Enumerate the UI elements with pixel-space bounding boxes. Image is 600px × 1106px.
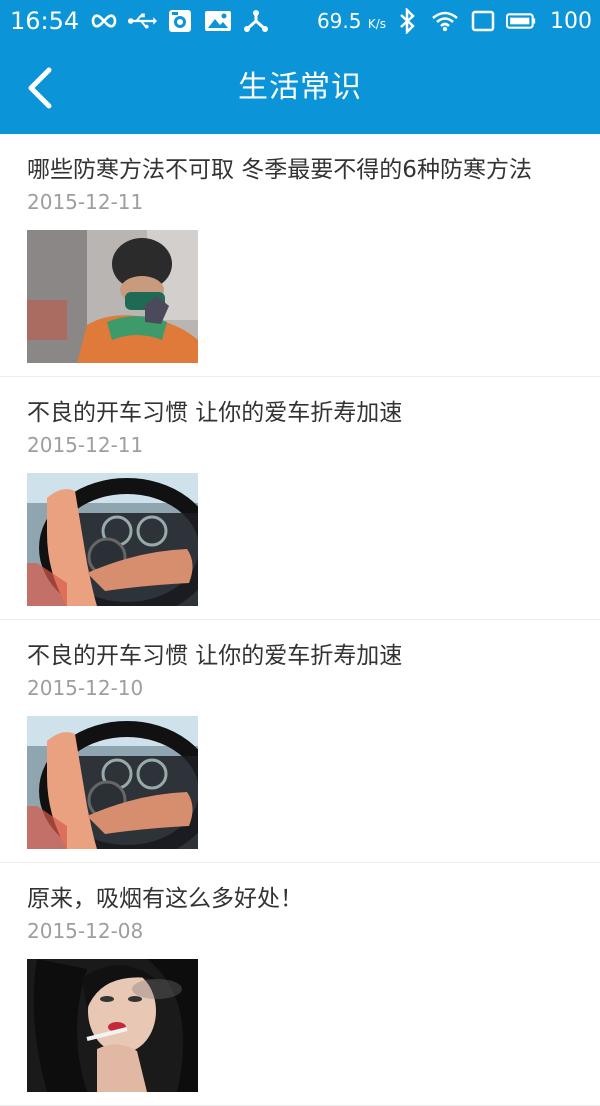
article-date: 2015-12-11 [27,433,144,457]
status-time: 16:54 [10,7,80,35]
title-bar: 生活常识 [0,42,600,134]
battery-icon [506,8,536,34]
list-item[interactable]: 不良的开车习惯 让你的爱车折寿加速 2015-12-10 [0,620,600,863]
status-bar-right: 69.5 K/s 100 [317,0,592,42]
page-title: 生活常识 [238,70,362,105]
bluetooth-icon [392,8,422,34]
article-thumbnail [27,230,198,363]
battery-level: 100 [550,8,592,34]
app-icon [165,8,195,34]
wifi-icon [430,8,460,34]
screen-icon [468,8,498,34]
status-bar-left: 16:54 [10,0,279,42]
article-list: 哪些防寒方法不可取 冬季最要不得的6种防寒方法 2015-12-11 不良的开车… [0,134,600,1106]
list-item[interactable]: 不良的开车习惯 让你的爱车折寿加速 2015-12-11 [0,377,600,620]
article-title: 哪些防寒方法不可取 冬季最要不得的6种防寒方法 [27,157,532,183]
article-title: 原来，吸烟有这么多好处！ [27,886,303,912]
infinity-icon [89,8,119,34]
article-thumbnail [27,959,198,1092]
share-icon [241,8,271,34]
network-speed: 69.5 K/s [316,9,386,33]
article-thumbnail [27,473,198,606]
article-thumbnail [27,716,198,849]
article-title: 不良的开车习惯 让你的爱车折寿加速 [27,643,403,669]
article-date: 2015-12-11 [27,190,144,214]
list-item[interactable]: 原来，吸烟有这么多好处！ 2015-12-08 [0,863,600,1106]
list-item[interactable]: 哪些防寒方法不可取 冬季最要不得的6种防寒方法 2015-12-11 [0,134,600,377]
article-title: 不良的开车习惯 让你的爱车折寿加速 [27,400,403,426]
status-bar: 16:54 69.5 K/s 100 [0,0,600,42]
article-date: 2015-12-08 [27,919,144,943]
image-icon [203,8,233,34]
article-date: 2015-12-10 [27,676,144,700]
usb-icon [127,8,158,34]
